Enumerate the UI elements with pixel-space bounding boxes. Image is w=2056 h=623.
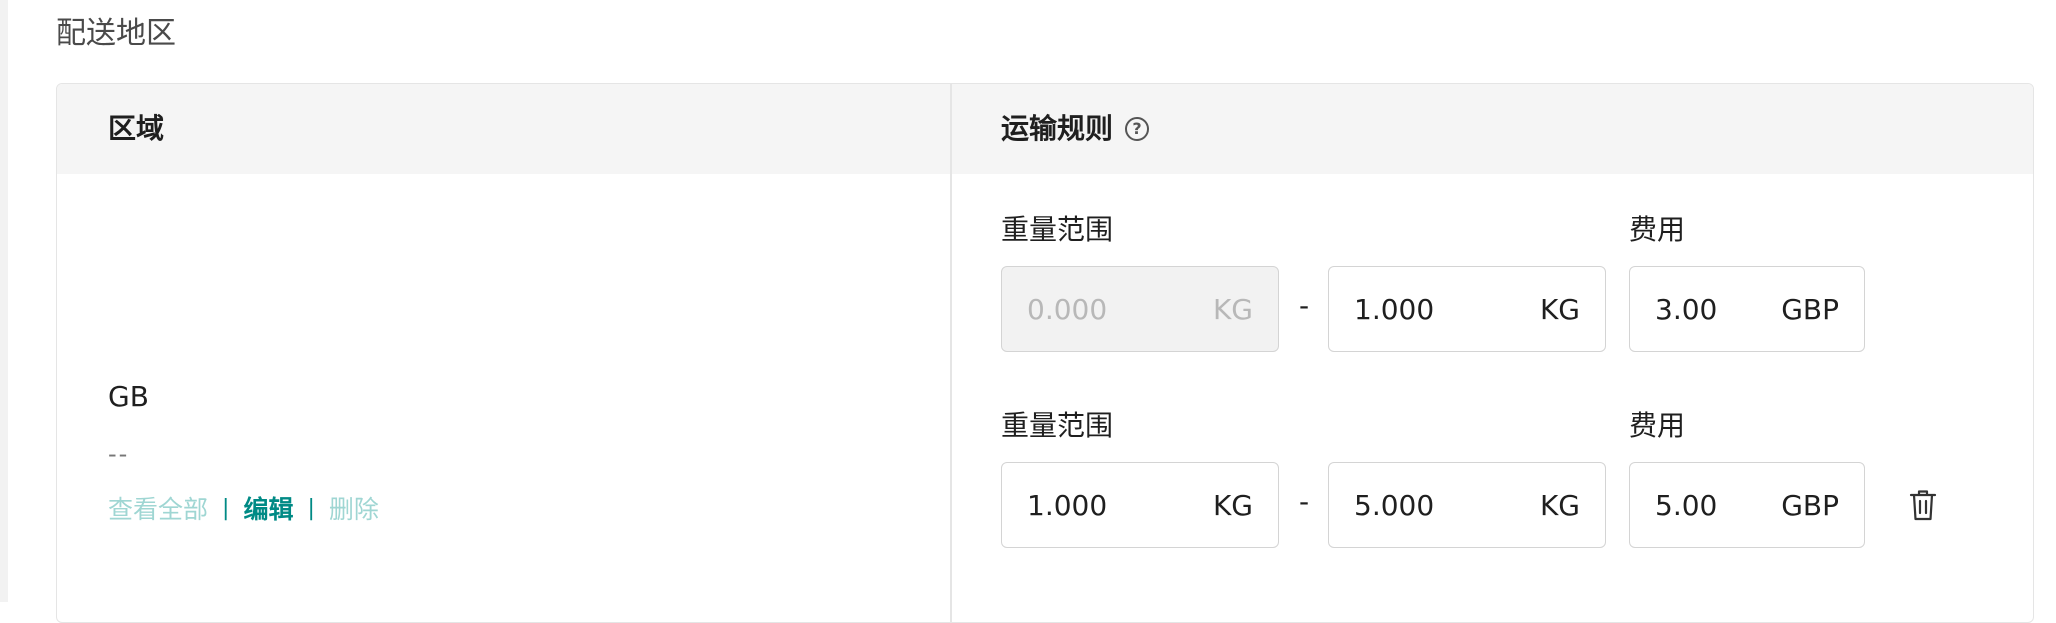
fee-input[interactable]: 5.00 GBP bbox=[1629, 462, 1865, 548]
weight-unit: KG bbox=[1539, 488, 1580, 522]
weight-max-input[interactable]: 5.000 KG bbox=[1328, 462, 1606, 548]
range-dash: - bbox=[1299, 485, 1310, 518]
fee-label: 费用 bbox=[1629, 409, 1686, 442]
fee-value: 5.00 bbox=[1655, 488, 1718, 522]
left-panel-edge bbox=[0, 0, 8, 602]
action-separator: | bbox=[222, 495, 230, 521]
column-divider bbox=[950, 84, 952, 622]
weight-min-placeholder: 0.000 bbox=[1027, 292, 1108, 326]
shipping-zone-table: 区域 运输规则 ? GB -- 查看全部 | 编辑 | 删除 重量范围 费用 0… bbox=[56, 83, 2034, 623]
region-actions: 查看全部 | 编辑 | 删除 bbox=[108, 490, 379, 526]
region-subtext: -- bbox=[108, 440, 130, 468]
delete-link[interactable]: 删除 bbox=[329, 490, 379, 526]
fee-label: 费用 bbox=[1629, 213, 1686, 246]
weight-min-input: 0.000 KG bbox=[1001, 266, 1279, 352]
weight-max-value: 5.000 bbox=[1354, 488, 1435, 522]
section-title: 配送地区 bbox=[56, 16, 176, 51]
fee-value: 3.00 bbox=[1655, 292, 1718, 326]
currency-unit: GBP bbox=[1781, 292, 1839, 326]
weight-range-label: 重量范围 bbox=[1001, 213, 1114, 246]
header-rule-label: 运输规则 bbox=[1001, 112, 1114, 145]
action-separator: | bbox=[307, 495, 315, 521]
weight-max-input[interactable]: 1.000 KG bbox=[1328, 266, 1606, 352]
weight-unit: KG bbox=[1212, 488, 1253, 522]
weight-unit: KG bbox=[1539, 292, 1580, 326]
region-name: GB bbox=[108, 380, 149, 413]
header-region: 区域 bbox=[108, 112, 165, 145]
weight-min-input[interactable]: 1.000 KG bbox=[1001, 462, 1279, 548]
weight-max-value: 1.000 bbox=[1354, 292, 1435, 326]
view-all-link[interactable]: 查看全部 bbox=[108, 490, 208, 526]
weight-unit: KG bbox=[1212, 292, 1253, 326]
header-rule: 运输规则 ? bbox=[1001, 84, 1150, 174]
help-circle-icon[interactable]: ? bbox=[1125, 117, 1150, 141]
fee-input[interactable]: 3.00 GBP bbox=[1629, 266, 1865, 352]
weight-range-label: 重量范围 bbox=[1001, 409, 1114, 442]
weight-min-value: 1.000 bbox=[1027, 488, 1108, 522]
range-dash: - bbox=[1299, 289, 1310, 322]
trash-icon[interactable] bbox=[1908, 488, 1938, 522]
table-header: 区域 运输规则 ? bbox=[57, 84, 2033, 174]
edit-link[interactable]: 编辑 bbox=[243, 490, 293, 526]
currency-unit: GBP bbox=[1781, 488, 1839, 522]
